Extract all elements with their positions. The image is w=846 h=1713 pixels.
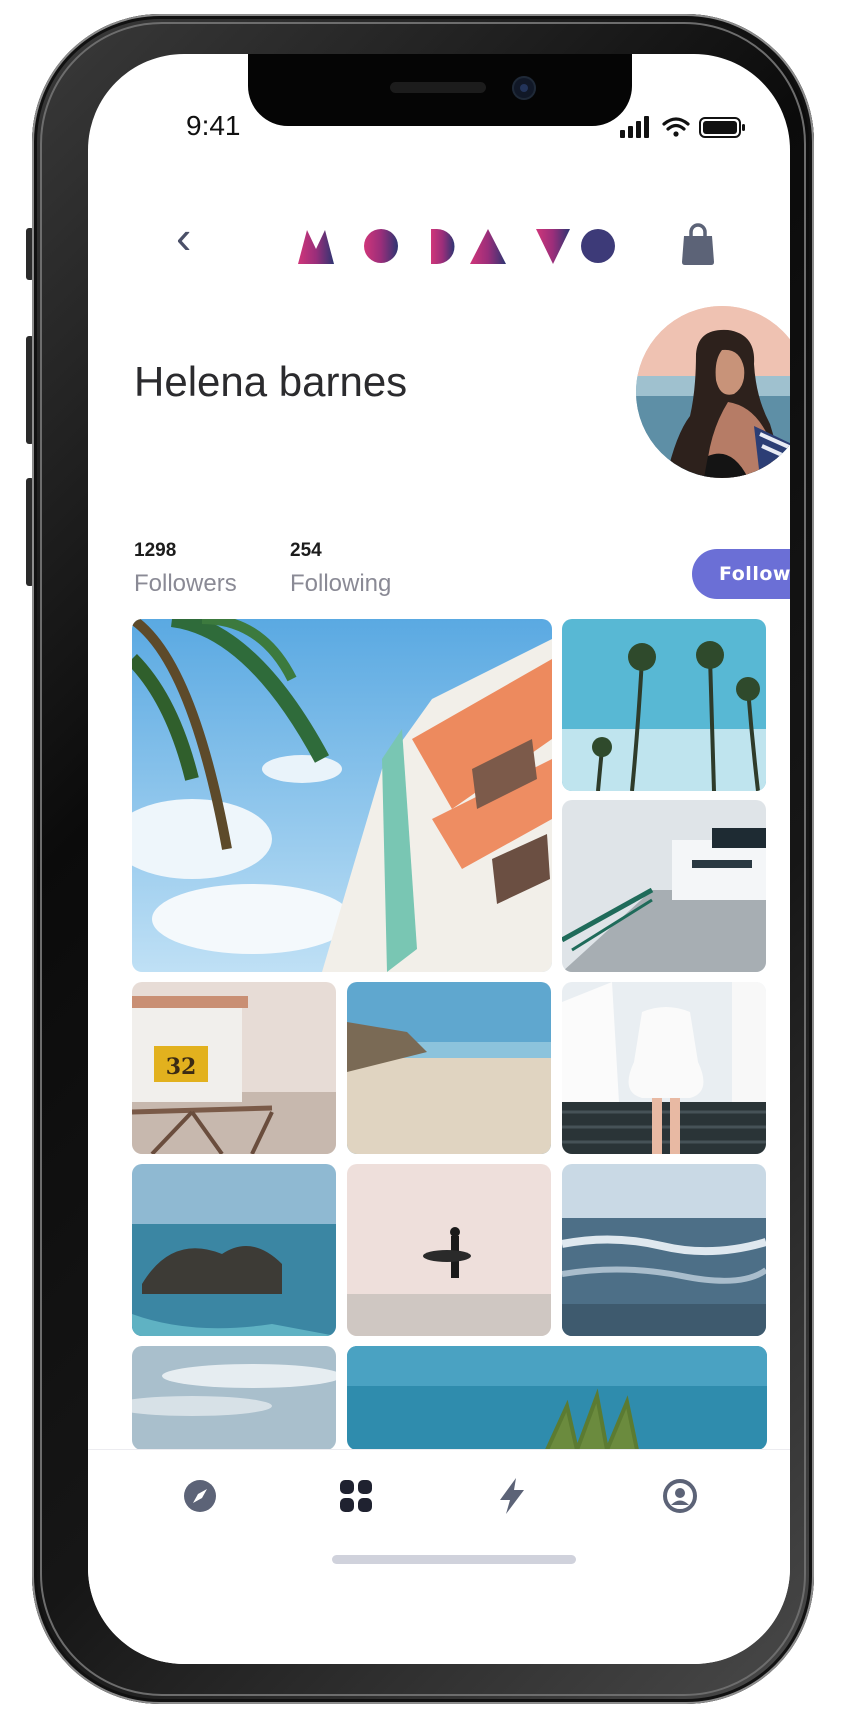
compass-icon	[184, 1480, 216, 1512]
user-circle-icon	[663, 1479, 697, 1513]
phone-screen: 9:41 ‹ Helena barnes 1298 Followers 254 …	[88, 54, 790, 1664]
avatar-photo	[636, 306, 790, 478]
following-stat[interactable]: 254 Following	[290, 540, 391, 598]
photo-coastal-rocks[interactable]	[132, 1164, 336, 1336]
photo-pier-ferry[interactable]	[562, 800, 766, 972]
status-icons	[620, 116, 745, 138]
brand-logo	[298, 224, 628, 266]
grid-icon	[340, 1480, 372, 1512]
notch	[248, 54, 632, 126]
photo-lifeguard-tower[interactable]: 32	[132, 982, 336, 1154]
followers-count: 1298	[134, 540, 177, 561]
shopping-bag-icon[interactable]	[678, 222, 718, 266]
modavou-logo	[298, 229, 615, 264]
svg-text:32: 32	[166, 1054, 197, 1080]
followers-label: Followers	[134, 570, 237, 597]
follow-button[interactable]: Follow	[692, 549, 790, 599]
signal-icon	[620, 116, 649, 138]
photo-ocean-waves[interactable]	[562, 1164, 766, 1336]
tab-gallery[interactable]	[334, 1474, 378, 1518]
photo-surfer-fog[interactable]	[347, 1164, 551, 1336]
photo-tropical-plant[interactable]	[347, 1346, 767, 1450]
chevron-left-icon[interactable]: ‹	[176, 214, 191, 260]
photo-palm-trees[interactable]	[562, 619, 766, 791]
following-label: Following	[290, 570, 392, 597]
front-camera	[512, 76, 536, 100]
photo-woman-white-dress[interactable]	[562, 982, 766, 1154]
profile-name: Helena barnes	[134, 358, 408, 405]
photo-beach-sand[interactable]	[347, 982, 551, 1154]
tab-explore[interactable]	[178, 1474, 222, 1518]
lightning-icon	[500, 1478, 524, 1514]
following-count: 254	[290, 540, 322, 561]
wifi-icon	[662, 117, 690, 137]
battery-icon	[699, 117, 745, 138]
tab-activity[interactable]	[490, 1474, 534, 1518]
photo-palm-architecture[interactable]	[132, 619, 552, 972]
status-time: 9:41	[186, 110, 241, 141]
earpiece-speaker	[390, 82, 486, 93]
followers-stat[interactable]: 1298 Followers	[134, 540, 237, 598]
profile-avatar	[636, 306, 790, 478]
home-indicator[interactable]	[332, 1555, 576, 1564]
photo-clouds[interactable]	[132, 1346, 336, 1450]
tab-profile[interactable]	[658, 1474, 702, 1518]
phone-frame: 9:41 ‹ Helena barnes 1298 Followers 254 …	[32, 14, 814, 1704]
